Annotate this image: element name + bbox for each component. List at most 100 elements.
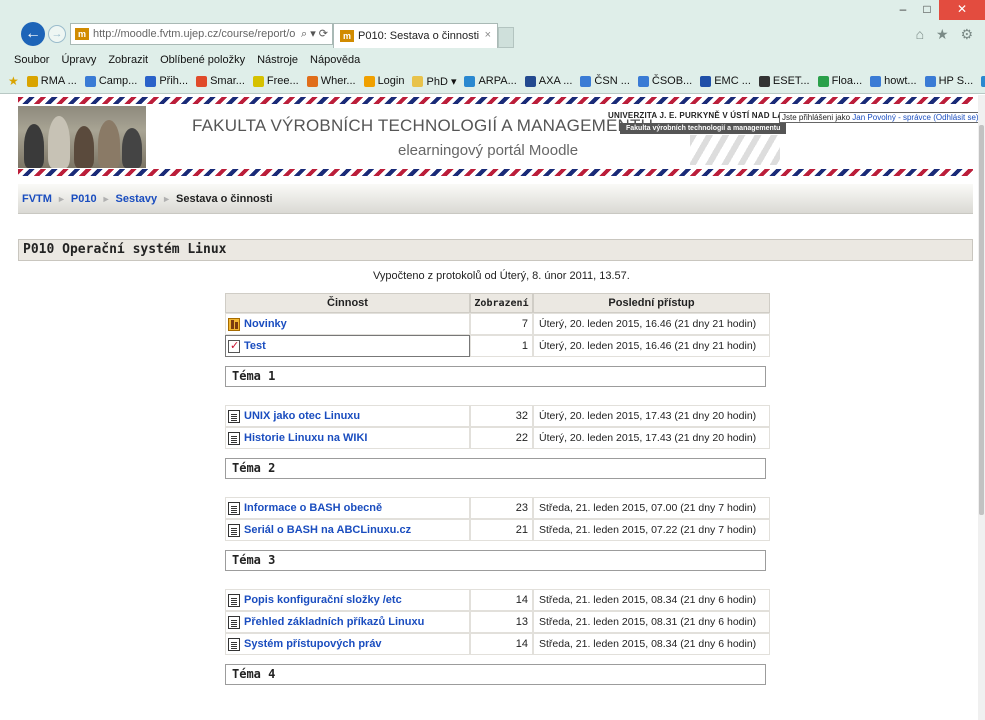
maximize-button[interactable]: □ bbox=[915, 0, 939, 20]
browser-chrome: – □ ✕ ← → m http://moodle.fvtm.ujep.cz/c… bbox=[0, 0, 985, 94]
favorite-item[interactable]: AXA ... bbox=[524, 75, 573, 87]
favorite-icon bbox=[145, 75, 157, 87]
menu-help[interactable]: Nápověda bbox=[304, 54, 366, 66]
breadcrumb-separator-icon: ► bbox=[101, 193, 111, 204]
activity-link[interactable]: Novinky bbox=[244, 318, 287, 330]
favorite-item[interactable]: PhD ▾ bbox=[412, 75, 456, 88]
table-row: UNIX jako otec Linuxu 32 Úterý, 20. leden … bbox=[225, 405, 770, 427]
address-url[interactable]: http://moodle.fvtm.ujep.cz/course/report… bbox=[93, 28, 295, 40]
table-row: Historie Linuxu na WIKI 22 Úterý, 20. lede… bbox=[225, 427, 770, 449]
menu-file[interactable]: Soubor bbox=[8, 54, 55, 66]
favorite-item[interactable]: ESET... bbox=[758, 75, 810, 87]
favorite-icon bbox=[363, 75, 375, 87]
menu-edit[interactable]: Úpravy bbox=[55, 54, 102, 66]
column-header-views[interactable]: Zobrazení bbox=[470, 293, 533, 313]
quiz-icon bbox=[228, 339, 240, 353]
favorite-label: AXA ... bbox=[538, 75, 573, 87]
activity-cell: Seriál o BASH na ABCLinuxu.cz bbox=[225, 519, 470, 541]
forward-button[interactable]: → bbox=[48, 25, 66, 43]
favorite-icon bbox=[524, 75, 536, 87]
favorite-item[interactable]: Login bbox=[363, 75, 404, 87]
breadcrumb-fvtm[interactable]: FVTM bbox=[22, 193, 52, 205]
favorite-icon bbox=[924, 75, 936, 87]
favorite-icon bbox=[981, 75, 985, 87]
site-favicon-icon: m bbox=[75, 28, 89, 40]
section-heading: Téma 1 bbox=[225, 366, 766, 387]
favorite-label: HP S... bbox=[938, 75, 974, 87]
favorite-icon bbox=[870, 75, 882, 87]
favorites-star-icon[interactable]: ★ bbox=[8, 74, 19, 88]
favorite-item[interactable]: RMA ... bbox=[26, 75, 77, 87]
home-favorites-settings-icons[interactable]: ⌂ ★ ⚙ bbox=[916, 26, 977, 43]
address-bar[interactable]: m http://moodle.fvtm.ujep.cz/course/repo… bbox=[70, 23, 333, 45]
favorite-label: ESET... bbox=[772, 75, 810, 87]
breadcrumb-course[interactable]: P010 bbox=[71, 193, 97, 205]
favorite-item[interactable]: moje... bbox=[981, 75, 985, 87]
favorite-item[interactable]: Přih... bbox=[145, 75, 188, 87]
favorite-item[interactable]: ARPA... bbox=[464, 75, 517, 87]
table-row: Seriál o BASH na ABCLinuxu.cz 21 Středa, 2… bbox=[225, 519, 770, 541]
menu-view[interactable]: Zobrazit bbox=[102, 54, 154, 66]
activity-link[interactable]: UNIX jako otec Linuxu bbox=[244, 410, 360, 422]
back-button[interactable]: ← bbox=[21, 22, 45, 46]
favorite-icon bbox=[700, 75, 712, 87]
favorite-item[interactable]: Free... bbox=[252, 75, 299, 87]
column-header-activity[interactable]: Činnost bbox=[225, 293, 470, 313]
menu-bar: Soubor Úpravy Zobrazit Oblíbené položky … bbox=[0, 50, 985, 70]
minimize-button[interactable]: – bbox=[891, 0, 915, 20]
activity-cell: Novinky bbox=[225, 313, 470, 335]
breadcrumb-reports[interactable]: Sestavy bbox=[116, 193, 158, 205]
activity-link[interactable]: Historie Linuxu na WIKI bbox=[244, 432, 367, 444]
menu-tools[interactable]: Nástroje bbox=[251, 54, 304, 66]
favorite-label: Wher... bbox=[320, 75, 356, 87]
document-icon bbox=[228, 637, 240, 651]
document-icon bbox=[228, 501, 240, 515]
last-access-cell: Středa, 21. leden 2015, 07.22 (21 dny 7 … bbox=[533, 519, 770, 541]
favorite-label: ČSN ... bbox=[594, 75, 630, 87]
last-access-cell: Středa, 21. leden 2015, 08.34 (21 dny 6 … bbox=[533, 633, 770, 655]
last-access-cell: Středa, 21. leden 2015, 08.31 (21 dny 6 … bbox=[533, 611, 770, 633]
favorite-item[interactable]: Smar... bbox=[196, 75, 245, 87]
favorite-item[interactable]: HP S... bbox=[924, 75, 974, 87]
forum-icon bbox=[228, 317, 240, 331]
close-window-button[interactable]: ✕ bbox=[939, 0, 985, 20]
vertical-scrollbar[interactable] bbox=[978, 95, 985, 720]
favorite-item[interactable]: howt... bbox=[870, 75, 917, 87]
favorite-item[interactable]: Wher... bbox=[306, 75, 356, 87]
menu-favorites[interactable]: Oblíbené položky bbox=[154, 54, 251, 66]
tab-favicon-icon: m bbox=[340, 30, 354, 42]
favorite-icon bbox=[306, 75, 318, 87]
favorite-item[interactable]: Camp... bbox=[84, 75, 137, 87]
favorite-label: Smar... bbox=[210, 75, 245, 87]
address-actions-icons[interactable]: ⌕ ▾ ⟳ bbox=[301, 27, 328, 41]
section-heading: Téma 3 bbox=[225, 550, 766, 571]
activity-link[interactable]: Systém přístupových práv bbox=[244, 638, 382, 650]
activity-link[interactable]: Seriál o BASH na ABCLinuxu.cz bbox=[244, 524, 411, 536]
favorite-item[interactable]: ČSN ... bbox=[580, 75, 630, 87]
activity-link[interactable]: Popis konfigurační složky /etc bbox=[244, 594, 402, 606]
university-logo-graphic bbox=[690, 135, 780, 165]
favorite-icon bbox=[412, 75, 424, 87]
favorite-item[interactable]: ČSOB... bbox=[637, 75, 693, 87]
activity-link[interactable]: Přehled základních příkazů Linuxu bbox=[244, 616, 424, 628]
column-header-last-access[interactable]: Poslední přístup bbox=[533, 293, 770, 313]
favorite-label: ČSOB... bbox=[651, 75, 693, 87]
favorite-icon bbox=[580, 75, 592, 87]
activity-cell: UNIX jako otec Linuxu bbox=[225, 405, 470, 427]
favorite-item[interactable]: Floa... bbox=[817, 75, 862, 87]
favorite-icon bbox=[817, 75, 829, 87]
favorite-label: EMC ... bbox=[714, 75, 751, 87]
tab-active[interactable]: m P010: Sestava o činnosti × bbox=[333, 23, 498, 48]
views-cell: 23 bbox=[470, 497, 533, 519]
tab-close-icon[interactable]: × bbox=[485, 29, 491, 41]
new-tab-button[interactable] bbox=[498, 27, 514, 48]
last-access-cell: Středa, 21. leden 2015, 08.34 (21 dny 6 … bbox=[533, 589, 770, 611]
favorite-item[interactable]: EMC ... bbox=[700, 75, 751, 87]
activity-link[interactable]: Test bbox=[244, 340, 266, 352]
logout-link[interactable]: (Odhlásit se) bbox=[933, 113, 978, 122]
user-profile-link[interactable]: Jan Povolný - správce bbox=[852, 113, 931, 122]
activity-link[interactable]: Informace o BASH obecně bbox=[244, 502, 382, 514]
scrollbar-thumb[interactable] bbox=[979, 125, 984, 515]
activity-cell: Systém přístupových práv bbox=[225, 633, 470, 655]
document-icon bbox=[228, 431, 240, 445]
